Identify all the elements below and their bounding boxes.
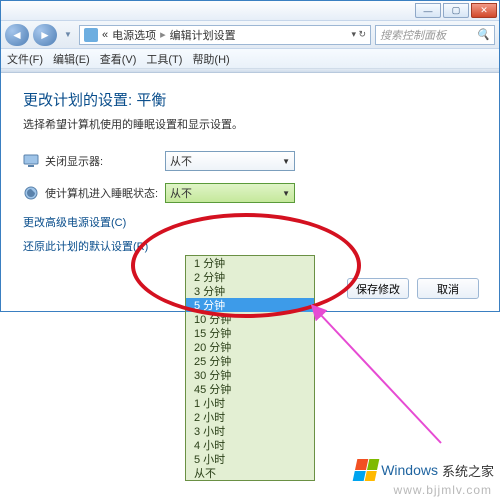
watermark-text-2: 系统之家: [442, 461, 494, 480]
sleep-options-list[interactable]: 1 分钟2 分钟3 分钟5 分钟10 分钟15 分钟20 分钟25 分钟30 分…: [185, 255, 315, 481]
menu-tools[interactable]: 工具(T): [146, 51, 182, 67]
sleep-option[interactable]: 5 分钟: [186, 298, 314, 312]
display-off-label: 关闭显示器:: [45, 153, 165, 169]
setting-row-sleep: 使计算机进入睡眠状态: 从不 ▼: [23, 182, 479, 204]
breadcrumb-sep: ▸: [160, 28, 166, 41]
setting-row-display: 关闭显示器: 从不 ▼: [23, 150, 479, 172]
search-input[interactable]: 搜索控制面板 🔍: [375, 25, 495, 45]
search-icon: 🔍: [476, 28, 490, 41]
sleep-option[interactable]: 3 分钟: [186, 284, 314, 298]
forward-button[interactable]: ►: [33, 24, 57, 46]
page-subtitle: 选择希望计算机使用的睡眠设置和显示设置。: [23, 116, 479, 132]
chevron-down-icon: ▼: [282, 189, 290, 198]
sleep-dropdown[interactable]: 从不 ▼: [165, 183, 295, 203]
cancel-button[interactable]: 取消: [417, 278, 479, 299]
back-button[interactable]: ◄: [5, 24, 29, 46]
watermark-text-1: Windows: [381, 462, 438, 478]
address-bar[interactable]: « 电源选项 ▸ 编辑计划设置 ▾ ↻: [79, 25, 371, 45]
menu-edit[interactable]: 编辑(E): [53, 51, 90, 67]
chevron-down-icon: ▼: [282, 157, 290, 166]
sleep-icon: [23, 185, 39, 201]
save-button[interactable]: 保存修改: [347, 278, 409, 299]
history-dropdown[interactable]: ▼: [61, 24, 75, 46]
watermark-url: www.bjjmlv.com: [394, 483, 492, 497]
menu-file[interactable]: 文件(F): [7, 51, 43, 67]
content-area: 更改计划的设置: 平衡 选择希望计算机使用的睡眠设置和显示设置。 关闭显示器: …: [1, 73, 499, 311]
sleep-option[interactable]: 10 分钟: [186, 312, 314, 326]
search-placeholder: 搜索控制面板: [380, 27, 446, 43]
breadcrumb-sep: «: [102, 29, 108, 41]
maximize-button[interactable]: ▢: [443, 3, 469, 18]
advanced-settings-link[interactable]: 更改高级电源设置(C): [23, 214, 479, 230]
menu-help[interactable]: 帮助(H): [192, 51, 229, 67]
watermark-brand: Windows 系统之家: [355, 459, 494, 481]
window-controls: — ▢ ✕: [415, 3, 499, 18]
titlebar: — ▢ ✕: [1, 1, 499, 21]
monitor-icon: [23, 153, 39, 169]
restore-defaults-link[interactable]: 还原此计划的默认设置(R): [23, 238, 479, 254]
breadcrumb-item-2[interactable]: 编辑计划设置: [170, 27, 236, 43]
sleep-option[interactable]: 2 小时: [186, 410, 314, 424]
sleep-value: 从不: [170, 185, 192, 201]
sleep-option[interactable]: 2 分钟: [186, 270, 314, 284]
display-off-value: 从不: [170, 153, 192, 169]
breadcrumb-item-1[interactable]: 电源选项: [112, 27, 156, 43]
sleep-option[interactable]: 4 小时: [186, 438, 314, 452]
windows-logo-icon: [353, 459, 380, 481]
sleep-option[interactable]: 15 分钟: [186, 326, 314, 340]
annotation-arrow: [301, 303, 451, 453]
control-panel-icon: [84, 28, 98, 42]
sleep-option[interactable]: 30 分钟: [186, 368, 314, 382]
menu-view[interactable]: 查看(V): [100, 51, 137, 67]
sleep-label: 使计算机进入睡眠状态:: [45, 185, 165, 201]
sleep-option[interactable]: 45 分钟: [186, 382, 314, 396]
address-dropdown-icon[interactable]: ▾ ↻: [351, 29, 366, 40]
close-button[interactable]: ✕: [471, 3, 497, 18]
sleep-option[interactable]: 从不: [186, 466, 314, 480]
minimize-button[interactable]: —: [415, 3, 441, 18]
sleep-option[interactable]: 25 分钟: [186, 354, 314, 368]
display-off-dropdown[interactable]: 从不 ▼: [165, 151, 295, 171]
page-title: 更改计划的设置: 平衡: [23, 89, 479, 110]
sleep-option[interactable]: 1 小时: [186, 396, 314, 410]
sleep-option[interactable]: 1 分钟: [186, 256, 314, 270]
sleep-option[interactable]: 3 小时: [186, 424, 314, 438]
sleep-option[interactable]: 5 小时: [186, 452, 314, 466]
sleep-option[interactable]: 20 分钟: [186, 340, 314, 354]
window-frame: — ▢ ✕ ◄ ► ▼ « 电源选项 ▸ 编辑计划设置 ▾ ↻ 搜索控制面板 🔍…: [0, 0, 500, 312]
nav-toolbar: ◄ ► ▼ « 电源选项 ▸ 编辑计划设置 ▾ ↻ 搜索控制面板 🔍: [1, 21, 499, 49]
menu-bar: 文件(F) 编辑(E) 查看(V) 工具(T) 帮助(H): [1, 49, 499, 69]
